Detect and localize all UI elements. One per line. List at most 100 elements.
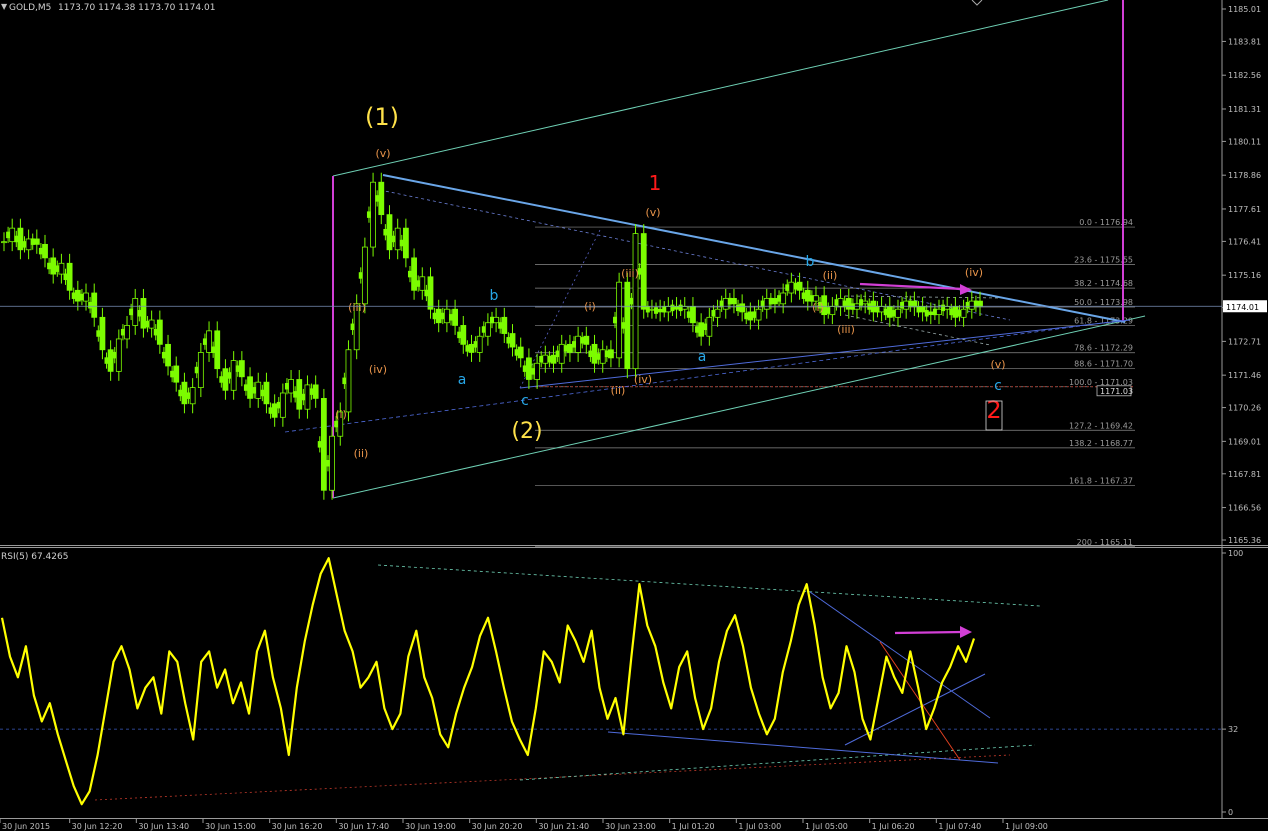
price-tick-label: 1166.56 — [1228, 504, 1261, 513]
candle-body — [66, 262, 73, 291]
candle-body — [509, 333, 516, 348]
fib-level-label: 78.6 - 1172.29 — [1074, 344, 1133, 353]
rsi-dashed-lower — [519, 744, 1036, 781]
candle-body — [927, 311, 934, 316]
fib-level-label: 200 - 1165.11 — [1077, 538, 1133, 547]
dashed-trend — [379, 189, 1011, 321]
time-tick-label: 30 Jun 19:00 — [405, 822, 456, 831]
candle-body — [238, 360, 245, 378]
time-tick-label: 30 Jun 20:20 — [472, 822, 523, 831]
candle-body — [886, 306, 893, 318]
candle-body — [197, 352, 204, 388]
fib-level-label: 50.0 - 1173.98 — [1074, 298, 1133, 307]
candle-body — [501, 316, 508, 334]
candle-body — [74, 289, 81, 302]
candle-body — [140, 298, 147, 329]
candle-body — [763, 298, 770, 310]
fib-level-label: 23.6 - 1175.55 — [1074, 256, 1133, 265]
fib-level-label: 38.2 - 1174.68 — [1074, 279, 1133, 288]
candle-body — [911, 300, 918, 307]
candle-body — [714, 308, 721, 318]
price-tick-label: 1185.01 — [1228, 5, 1261, 14]
channel-upper — [332, 0, 1109, 177]
candle-body — [1, 241, 7, 244]
candle-body — [50, 257, 57, 275]
candle-body — [665, 306, 672, 313]
candle-body — [107, 349, 114, 372]
time-tick-label: 1 Jul 01:20 — [672, 822, 715, 831]
candle-body — [230, 360, 237, 391]
candle-body — [517, 346, 524, 359]
wave-label: (ii) — [823, 269, 838, 282]
channel-lower — [332, 315, 1146, 499]
candle-body — [903, 300, 910, 310]
chart-frame — [0, 0, 1268, 819]
wave-label: a — [458, 372, 467, 388]
candle-body — [255, 381, 262, 399]
candle-body — [181, 381, 188, 405]
candle-body — [124, 325, 130, 340]
candle-body — [370, 181, 376, 248]
candle-body — [312, 384, 319, 399]
candle-body — [952, 306, 959, 318]
candle-body — [731, 298, 737, 305]
wave-label: (v) — [375, 147, 390, 160]
candle-body — [632, 233, 639, 370]
time-tick-label: 30 Jun 13:40 — [138, 822, 189, 831]
candle-body — [42, 243, 48, 259]
candle-body — [329, 435, 335, 491]
candle-body — [977, 300, 983, 307]
candle-body — [173, 365, 180, 383]
candle-body — [288, 379, 294, 394]
candle-body — [83, 292, 89, 302]
fib-level-label: 0.0 - 1176.94 — [1079, 218, 1133, 227]
candle-body — [780, 292, 787, 305]
rsi-magenta-arrow — [894, 630, 963, 635]
price-tick-label: 1176.41 — [1228, 237, 1261, 246]
time-tick-label: 1 Jul 09:00 — [1005, 822, 1048, 831]
candle-body — [17, 227, 24, 251]
wave-label: b — [490, 288, 499, 304]
candle-body — [304, 384, 311, 410]
candle-body — [214, 330, 221, 370]
wave-label: b — [806, 254, 815, 270]
wave-label: (iv) — [634, 373, 652, 386]
candle-body — [402, 227, 409, 259]
price-tick-label: 1183.81 — [1228, 37, 1261, 46]
price-tick-label: 1182.56 — [1228, 71, 1261, 80]
candle-body — [845, 298, 852, 310]
candle-body — [608, 349, 614, 359]
candle-body — [690, 306, 696, 324]
wave-label: (2) — [511, 419, 542, 444]
candle-body — [944, 306, 951, 310]
rsi-panel: 100 32 0 — [0, 549, 1243, 817]
rsi-tick-label: 32 — [1228, 725, 1238, 734]
candle-body — [796, 281, 803, 291]
rsi-dashed-upper — [377, 564, 1041, 607]
time-tick-label: 1 Jul 03:00 — [738, 822, 781, 831]
fib-level-label: 127.2 - 1169.42 — [1069, 421, 1133, 430]
price-candles — [1, 172, 983, 500]
candle-body — [862, 300, 869, 305]
candle-body — [33, 238, 40, 245]
collapse-arrow-icon[interactable]: ▼ — [1, 2, 8, 11]
candle-body — [271, 403, 278, 418]
candle-body — [156, 319, 163, 345]
candle-body — [829, 306, 836, 316]
candle-body — [591, 343, 598, 364]
candle-body — [673, 306, 680, 310]
wave-label: (iii) — [621, 267, 639, 280]
price-tick-label: 1169.01 — [1228, 437, 1261, 446]
chart-canvas: 0.0 - 1176.94 23.6 - 1175.55 38.2 - 1174.6… — [0, 0, 1268, 831]
candle-body — [115, 338, 122, 372]
candle-body — [698, 322, 705, 337]
candle-body — [681, 306, 688, 310]
rsi-blue-lower — [607, 731, 999, 764]
candle-body — [936, 308, 942, 316]
candle-body — [599, 349, 606, 364]
time-tick-label: 1 Jul 07:40 — [938, 822, 981, 831]
candle-body — [206, 330, 212, 353]
candle-body — [386, 214, 393, 251]
fib-level-label: 88.6 - 1171.70 — [1074, 360, 1133, 369]
rsi-magenta-arrowhead — [960, 626, 972, 638]
